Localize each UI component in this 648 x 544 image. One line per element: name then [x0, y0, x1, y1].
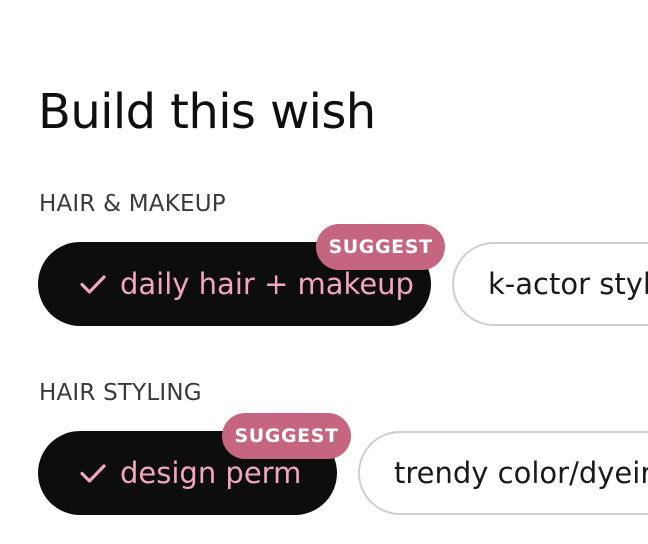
build-wish-screen: Build this wish HAIR & MAKEUP daily hair…	[0, 0, 648, 544]
section-label-hair-makeup: HAIR & MAKEUP	[39, 191, 226, 217]
suggest-badge: SUGGEST	[222, 413, 351, 459]
chip-k-actor-styling[interactable]: k-actor styl	[452, 242, 648, 326]
check-icon	[78, 269, 108, 299]
chip-label: design perm	[120, 456, 302, 490]
chip-label: k-actor styl	[488, 267, 648, 301]
chip-trendy-color-dyeing[interactable]: trendy color/dyeir	[358, 431, 648, 515]
check-icon	[78, 458, 108, 488]
suggest-badge: SUGGEST	[316, 224, 445, 270]
chip-label: daily hair + makeup	[120, 267, 414, 301]
page-title: Build this wish	[38, 84, 376, 140]
chip-label: trendy color/dyeir	[394, 456, 648, 490]
section-label-hair-styling: HAIR STYLING	[39, 380, 202, 406]
